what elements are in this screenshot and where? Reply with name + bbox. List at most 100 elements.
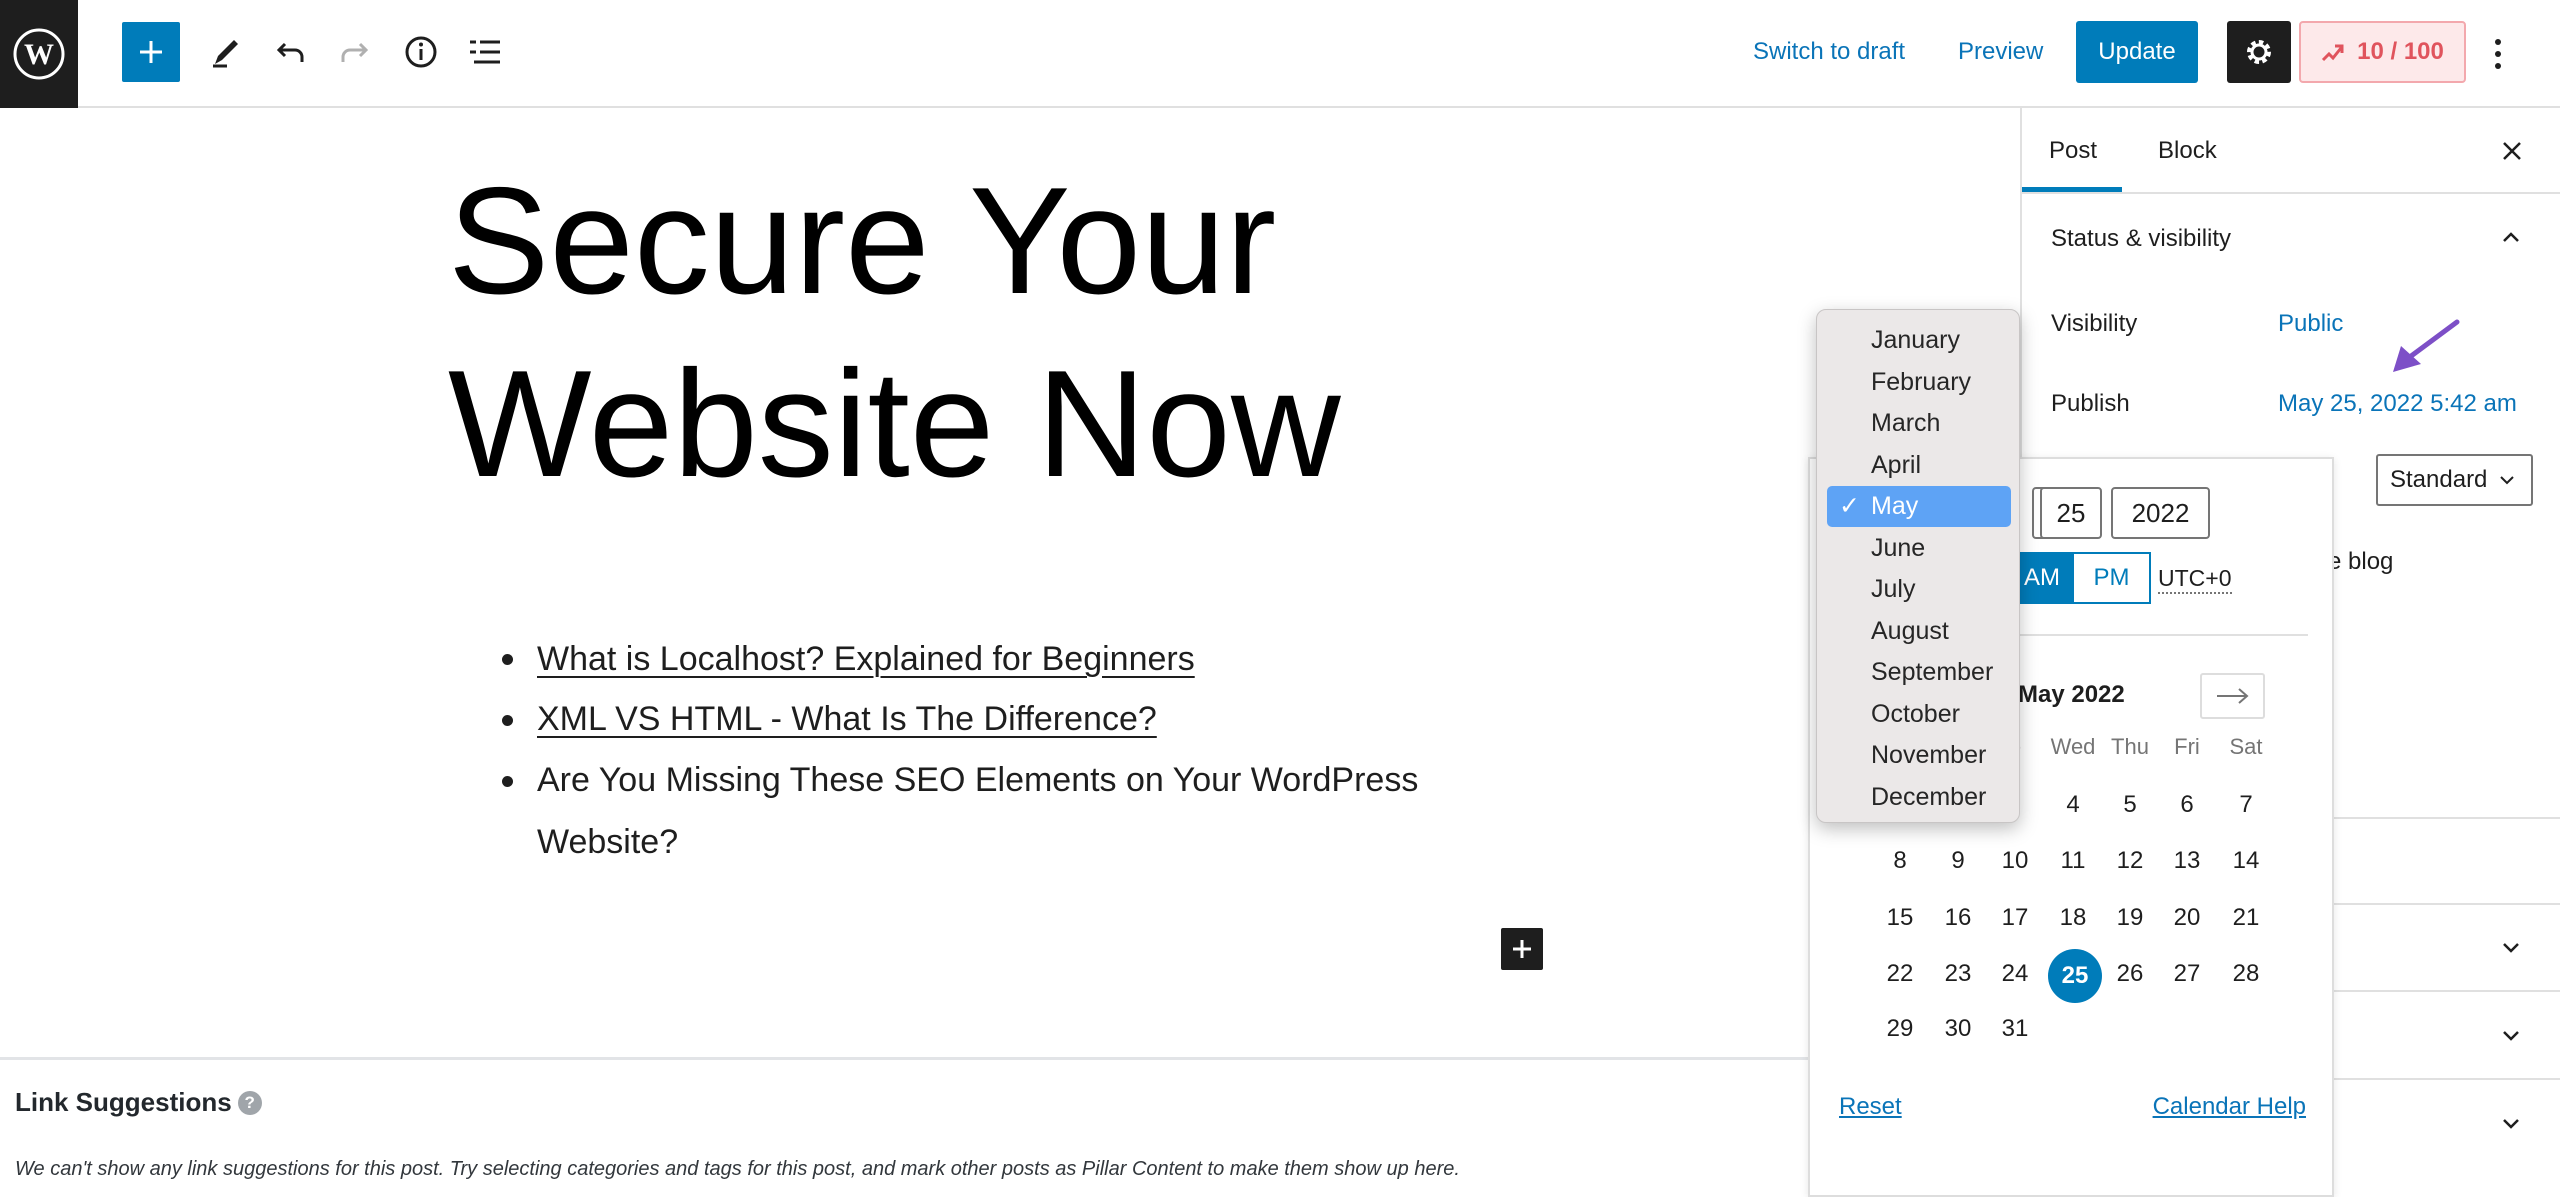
month-option[interactable]: November	[1827, 735, 2011, 776]
link-suggestions-panel: Link Suggestions ? We can't show any lin…	[0, 1057, 2020, 1185]
month-option[interactable]: ✓ May	[1827, 486, 2011, 527]
month-option-label: October	[1871, 699, 1960, 728]
more-options-icon[interactable]	[2490, 34, 2506, 74]
calendar-day[interactable]: 10	[1990, 836, 2040, 886]
list-item[interactable]: Are You Missing These SEO Elements on Yo…	[537, 761, 1418, 800]
calendar-day[interactable]: 12	[2105, 836, 2155, 886]
post-link[interactable]: What is Localhost? Explained for Beginne…	[537, 640, 1195, 678]
calendar-day[interactable]: 23	[1933, 949, 1983, 999]
calendar-day[interactable]: 24	[1990, 949, 2040, 999]
calendar-day[interactable]: 20	[2162, 893, 2212, 943]
list-item[interactable]: What is Localhost? Explained for Beginne…	[537, 640, 1195, 679]
month-option-label: March	[1871, 409, 1941, 437]
month-option[interactable]: April	[1827, 445, 2011, 486]
list-item-continued[interactable]: Website?	[537, 823, 678, 862]
calendar-day-selected[interactable]: 25	[2048, 949, 2102, 1003]
wordpress-logo-icon[interactable]: W	[0, 0, 78, 108]
redo-icon[interactable]	[332, 30, 376, 74]
calendar-day[interactable]: 5	[2105, 780, 2155, 830]
switch-to-draft-button[interactable]: Switch to draft	[1753, 38, 1905, 66]
calendar-day[interactable]: 31	[1990, 1004, 2040, 1054]
post-title[interactable]: Secure Your Website Now	[448, 150, 1341, 516]
top-toolbar: W Switch to draft Preview Update 10 / 10…	[0, 0, 2560, 108]
tab-block[interactable]: Block	[2158, 137, 2217, 165]
post-format-select[interactable]: Standard	[2376, 454, 2533, 506]
calendar-day[interactable]: 18	[2048, 893, 2098, 943]
bullet	[502, 776, 513, 787]
calendar-day[interactable]: 27	[2162, 949, 2212, 999]
list-item[interactable]: XML VS HTML - What Is The Difference?	[537, 700, 1157, 739]
undo-icon[interactable]	[269, 30, 313, 74]
calendar-day[interactable]: 14	[2221, 836, 2271, 886]
calendar-day[interactable]: 11	[2048, 836, 2098, 886]
chevron-up-icon[interactable]	[2500, 226, 2522, 253]
timezone-label[interactable]: UTC+0	[2158, 565, 2232, 594]
next-month-button[interactable]	[2200, 673, 2265, 719]
pm-button[interactable]: PM	[2072, 552, 2151, 604]
title-line: Website Now	[448, 339, 1341, 509]
calendar-day[interactable]: 22	[1875, 949, 1925, 999]
calendar-day[interactable]: 30	[1933, 1004, 1983, 1054]
tab-post[interactable]: Post	[2049, 137, 2097, 165]
close-icon[interactable]	[2500, 139, 2524, 168]
month-option[interactable]: March	[1827, 403, 2011, 444]
calendar-day[interactable]: 26	[2105, 949, 2155, 999]
reset-link[interactable]: Reset	[1839, 1093, 1902, 1121]
update-button[interactable]: Update	[2076, 21, 2198, 83]
calendar-day[interactable]: 29	[1875, 1004, 1925, 1054]
year-input[interactable]: 2022	[2111, 487, 2210, 539]
plus-icon	[140, 41, 162, 63]
month-option-label: July	[1871, 575, 1916, 603]
post-link[interactable]: XML VS HTML - What Is The Difference?	[537, 700, 1157, 738]
calendar-day[interactable]: 19	[2105, 893, 2155, 943]
publish-date-toggle[interactable]: May 25, 2022 5:42 am	[2278, 390, 2517, 418]
visibility-toggle[interactable]: Public	[2278, 310, 2343, 338]
post-format-value: Standard	[2390, 466, 2488, 493]
settings-button[interactable]	[2227, 21, 2291, 83]
arrow-right-icon	[2216, 688, 2249, 704]
calendar-day[interactable]: 17	[1990, 893, 2040, 943]
calendar-day[interactable]: 8	[1875, 836, 1925, 886]
help-icon[interactable]: ?	[237, 1090, 262, 1115]
calendar-day[interactable]: 9	[1933, 836, 1983, 886]
bullet	[502, 654, 513, 665]
month-option[interactable]: July	[1827, 569, 2011, 610]
chevron-down-icon[interactable]	[2500, 1024, 2522, 1051]
seo-score: 10 / 100	[2357, 38, 2444, 65]
add-block-button[interactable]	[122, 22, 180, 82]
bullet	[502, 715, 513, 726]
month-option[interactable]: February	[1827, 362, 2011, 403]
month-option[interactable]: August	[1827, 611, 2011, 652]
block-inserter-button[interactable]	[1501, 928, 1543, 970]
info-icon[interactable]	[399, 30, 443, 74]
chevron-down-icon[interactable]	[2500, 936, 2522, 963]
calendar-day[interactable]: 6	[2162, 780, 2212, 830]
month-option-label: December	[1871, 782, 1987, 811]
calendar-day[interactable]: 7	[2221, 780, 2271, 830]
pencil-icon[interactable]	[203, 30, 247, 74]
month-option[interactable]: June	[1827, 528, 2011, 569]
month-option[interactable]: January	[1827, 320, 2011, 361]
rank-math-icon	[2322, 44, 2344, 62]
stick-to-top-label[interactable]: e blog	[2328, 548, 2393, 576]
calendar-day[interactable]: 13	[2162, 836, 2212, 886]
list-view-icon[interactable]	[463, 30, 507, 74]
calendar-day[interactable]: 21	[2221, 893, 2271, 943]
month-option[interactable]: December	[1827, 777, 2011, 818]
calendar-day[interactable]: 4	[2048, 780, 2098, 830]
month-option[interactable]: October	[1827, 694, 2011, 735]
chevron-down-icon[interactable]	[2500, 1112, 2522, 1139]
annotation-arrow-icon	[2393, 319, 2460, 372]
preview-button[interactable]: Preview	[1958, 38, 2043, 66]
month-option[interactable]: September	[1827, 652, 2011, 693]
month-option-label: August	[1871, 616, 1949, 645]
day-input[interactable]: 25	[2040, 487, 2102, 539]
checkmark-icon: ✓	[1839, 492, 1860, 520]
status-visibility-heading[interactable]: Status & visibility	[2051, 225, 2231, 253]
seo-score-button[interactable]: 10 / 100	[2299, 21, 2466, 83]
calendar-day[interactable]: 16	[1933, 893, 1983, 943]
calendar-day[interactable]: 28	[2221, 949, 2271, 999]
calendar-day[interactable]: 15	[1875, 893, 1925, 943]
calendar-help-link[interactable]: Calendar Help	[2153, 1093, 2306, 1121]
month-option-label: May	[1871, 492, 1919, 520]
